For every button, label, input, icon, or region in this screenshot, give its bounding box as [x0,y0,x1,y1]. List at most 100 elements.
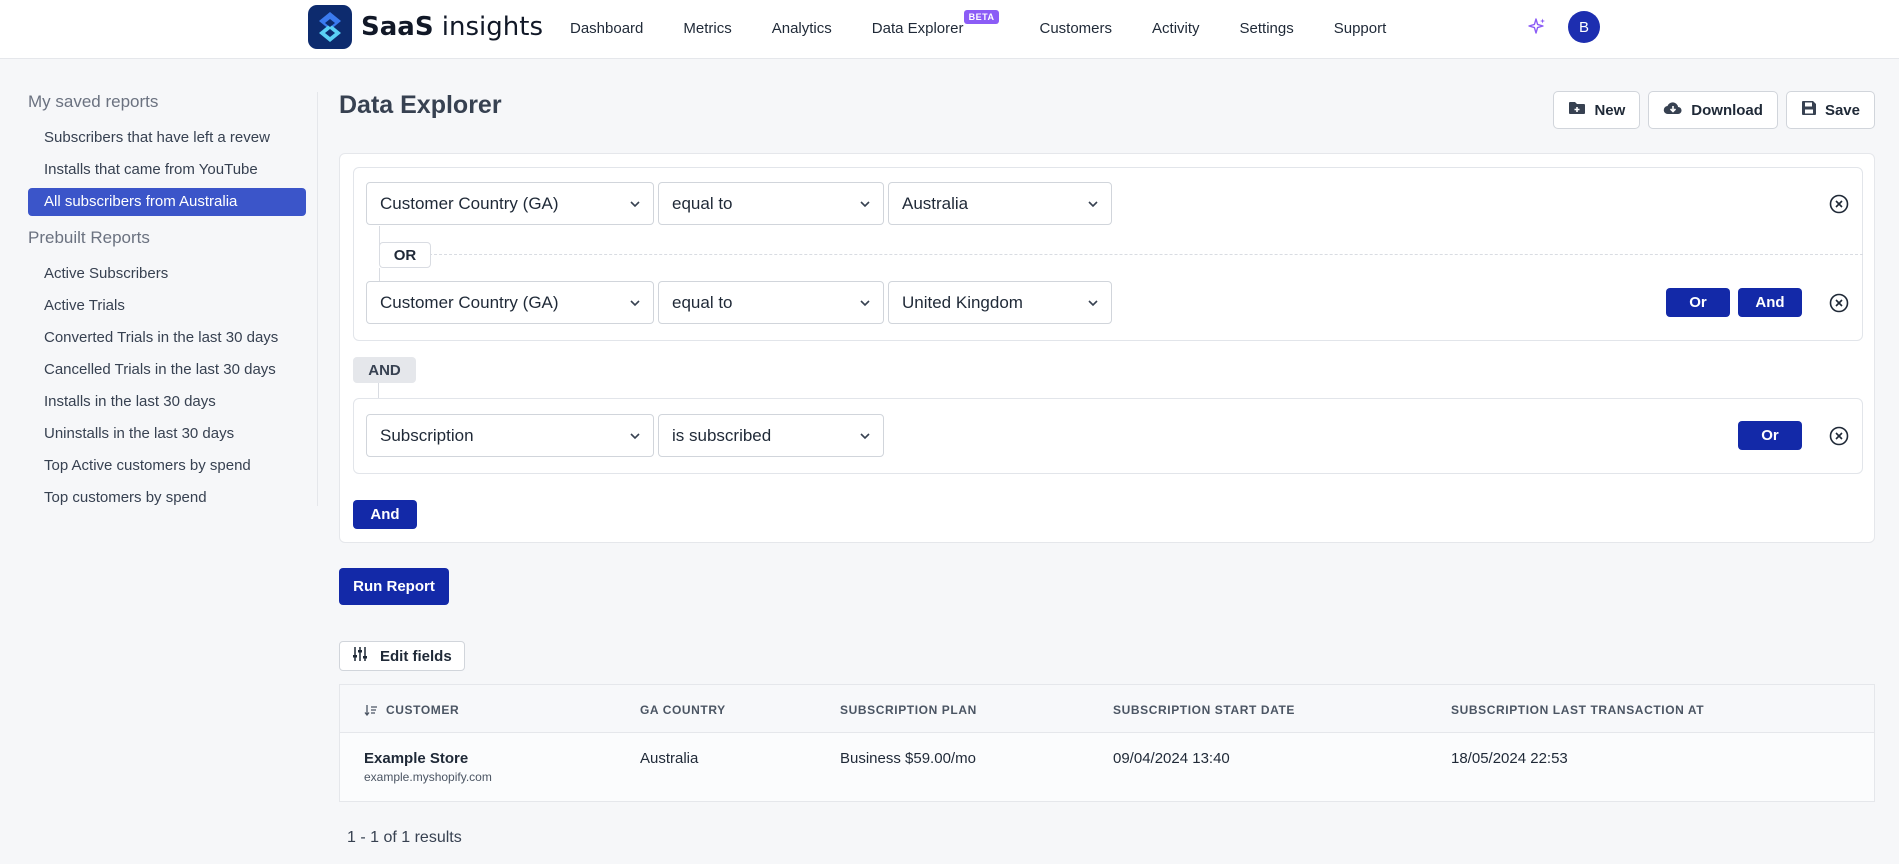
add-and-group-button[interactable]: And [353,500,417,529]
chevron-down-icon [630,300,640,307]
beta-badge: BETA [963,9,1000,24]
brand-logo[interactable]: SaaS insights [308,5,543,49]
prebuilt-report-item[interactable]: Active Trials [28,290,306,322]
remove-condition-icon[interactable] [1828,292,1850,314]
prebuilt-report-item[interactable]: Top Active customers by spend [28,450,306,482]
column-header-label: CUSTOMER [386,703,460,717]
field-select-value: Customer Country (GA) [380,292,559,312]
column-header-ga-country[interactable]: GA COUNTRY [640,703,726,717]
field-select[interactable]: Customer Country (GA) [366,182,654,225]
nav-data-explorer-label: Data Explorer [871,19,964,37]
field-select[interactable]: Customer Country (GA) [366,281,654,324]
operator-select[interactable]: equal to [658,281,884,324]
prebuilt-report-item[interactable]: Cancelled Trials in the last 30 days [28,354,306,386]
nav-analytics[interactable]: Analytics [772,20,832,37]
saved-reports-heading: My saved reports [28,92,159,111]
new-report-button[interactable]: New [1553,91,1641,129]
chevron-down-icon [1088,300,1098,307]
and-connector-label: AND [353,357,416,383]
remove-condition-icon[interactable] [1828,425,1850,447]
column-header-subscription-plan[interactable]: SUBSCRIPTION PLAN [840,703,977,717]
or-divider [379,254,1863,255]
field-select[interactable]: Subscription [366,414,654,457]
prebuilt-report-item[interactable]: Uninstalls in the last 30 days [28,418,306,450]
prebuilt-report-item[interactable]: Active Subscribers [28,258,306,290]
user-avatar[interactable]: B [1568,11,1600,43]
page-title: Data Explorer [339,91,502,119]
report-actions: New Download Save [1553,91,1875,129]
chevron-down-icon [860,433,870,440]
floppy-disk-icon [1801,100,1817,120]
field-select-value: Subscription [380,425,474,445]
column-header-customer[interactable]: CUSTOMER [364,703,459,717]
table-row[interactable]: Example Store example.myshopify.com Aust… [340,733,1874,801]
nav-data-explorer[interactable]: Data Explorer BETA [871,9,1000,37]
nav-activity[interactable]: Activity [1152,20,1200,37]
add-and-condition-button[interactable]: And [1738,288,1802,317]
save-button[interactable]: Save [1785,91,1875,129]
operator-select-value: is subscribed [672,425,772,445]
filter-builder: Customer Country (GA) equal to Australia… [339,153,1875,543]
results-table: CUSTOMER GA COUNTRY SUBSCRIPTION PLAN SU… [339,684,1875,802]
saved-report-item[interactable]: Subscribers that have left a revew [28,122,306,154]
chevron-down-icon [860,201,870,208]
connector-line [379,268,380,281]
column-header-start-date[interactable]: SUBSCRIPTION START DATE [1113,703,1295,717]
filter-group: Subscription is subscribed Or [353,398,1863,474]
operator-select[interactable]: equal to [658,182,884,225]
nav-metrics[interactable]: Metrics [683,20,731,37]
customer-cell[interactable]: Example Store example.myshopify.com [364,750,492,784]
field-select-value: Customer Country (GA) [380,193,559,213]
value-select-value: Australia [902,193,969,213]
add-or-condition-button[interactable]: Or [1738,421,1802,450]
chevron-down-icon [630,201,640,208]
run-report-button[interactable]: Run Report [339,568,449,605]
sidebar-divider [317,92,318,506]
prebuilt-report-item[interactable]: Installs in the last 30 days [28,386,306,418]
prebuilt-reports-heading: Prebuilt Reports [28,228,150,247]
table-header: CUSTOMER GA COUNTRY SUBSCRIPTION PLAN SU… [340,685,1874,733]
or-connector-label: OR [379,242,431,268]
chevron-down-icon [630,433,640,440]
column-header-last-transaction[interactable]: SUBSCRIPTION LAST TRANSACTION AT [1451,703,1704,717]
nav-support[interactable]: Support [1334,20,1387,37]
country-cell: Australia [640,750,699,767]
operator-select-value: equal to [672,193,733,213]
cloud-download-icon [1663,100,1683,120]
reports-sidebar: My saved reports Subscribers that have l… [28,92,306,514]
edit-fields-label: Edit fields [380,647,452,665]
plan-cell: Business $59.00/mo [840,750,976,767]
nav-dashboard[interactable]: Dashboard [570,20,643,37]
top-nav: SaaS insights Dashboard Metrics Analytic… [0,0,1899,59]
filter-group: Customer Country (GA) equal to Australia… [353,167,1863,341]
results-count: 1 - 1 of 1 results [347,829,462,846]
saved-report-item-active[interactable]: All subscribers from Australia [28,188,306,216]
prebuilt-report-item[interactable]: Top customers by spend [28,482,306,514]
add-or-condition-button[interactable]: Or [1666,288,1730,317]
value-select[interactable]: Australia [888,182,1112,225]
sliders-icon [352,646,368,666]
save-button-label: Save [1824,101,1860,119]
operator-select[interactable]: is subscribed [658,414,884,457]
new-folder-icon [1568,100,1586,120]
brand-name: SaaS insights [361,12,544,42]
start-date-cell: 09/04/2024 13:40 [1113,750,1230,767]
value-select[interactable]: United Kingdom [888,281,1112,324]
nav-customers[interactable]: Customers [1039,20,1112,37]
logo-icon [308,5,352,49]
new-button-label: New [1594,101,1626,119]
customer-domain: example.myshopify.com [364,770,492,784]
last-transaction-cell: 18/05/2024 22:53 [1451,750,1568,767]
ai-sparkle-icon[interactable] [1527,17,1547,37]
chevron-down-icon [860,300,870,307]
nav-settings[interactable]: Settings [1240,20,1294,37]
download-button[interactable]: Download [1648,91,1778,129]
chevron-down-icon [1088,201,1098,208]
download-button-label: Download [1691,101,1763,119]
operator-select-value: equal to [672,292,733,312]
prebuilt-report-item[interactable]: Converted Trials in the last 30 days [28,322,306,354]
edit-fields-button[interactable]: Edit fields [339,641,465,671]
remove-condition-icon[interactable] [1828,193,1850,215]
saved-report-item[interactable]: Installs that came from YouTube [28,154,306,186]
value-select-value: United Kingdom [902,292,1023,312]
